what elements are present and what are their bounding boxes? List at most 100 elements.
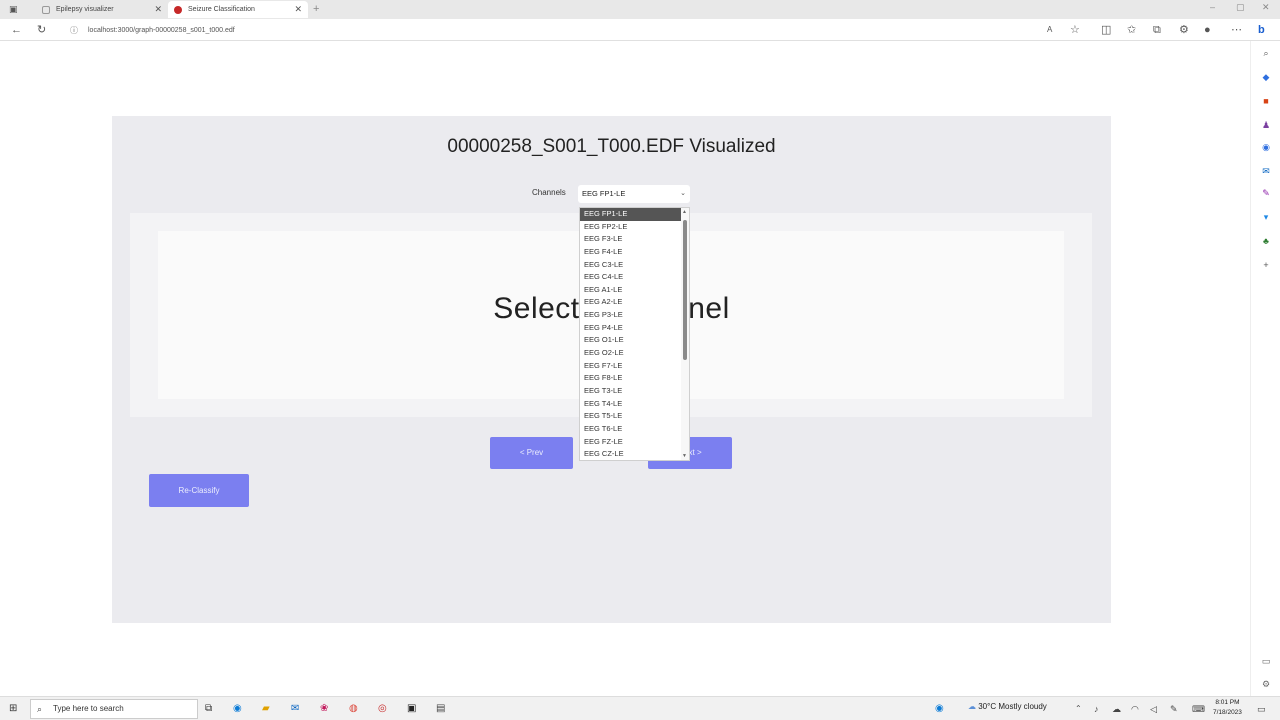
tray-overflow-icon[interactable]: ⌃ <box>1075 702 1082 716</box>
dropdown-option[interactable]: EEG FZ-LE <box>580 436 682 449</box>
reclassify-button[interactable]: Re-Classify <box>149 474 249 507</box>
taskbar-search[interactable]: ⌕ Type here to search <box>30 699 198 719</box>
pen-icon[interactable]: ✎ <box>1170 702 1178 716</box>
taskbar-search-placeholder: Type here to search <box>53 704 124 713</box>
maximize-icon[interactable]: ▢ <box>1236 2 1245 13</box>
site-info-icon[interactable]: ⓘ <box>70 25 78 36</box>
dropdown-option[interactable]: EEG T5-LE <box>580 410 682 423</box>
microsoft-365-icon[interactable]: ◉ <box>1260 141 1272 153</box>
designer-icon[interactable]: ✎ <box>1260 187 1272 199</box>
search-icon[interactable]: ⌕ <box>1260 47 1272 59</box>
tab-actions-icon[interactable]: ▣ <box>9 2 18 16</box>
windows-start-icon[interactable]: ⊞ <box>9 702 17 716</box>
network-icon[interactable]: ◠ <box>1131 702 1139 716</box>
dropdown-option[interactable]: EEG F3-LE <box>580 233 682 246</box>
browser-tab-strip: ▣ Epilepsy visualizer ✕ Seizure Classifi… <box>0 0 1280 19</box>
terminal-icon[interactable]: ▤ <box>436 702 445 716</box>
extensions-icon[interactable]: ⚙ <box>1179 23 1189 37</box>
favorite-star-icon[interactable]: ☆ <box>1070 23 1080 37</box>
tools-briefcase-icon[interactable]: ■ <box>1260 95 1272 107</box>
cloud-icon: ☁ <box>968 702 976 711</box>
bing-copilot-icon[interactable]: b <box>1258 23 1265 37</box>
edge-sidebar: ⌕ ◆ ■ ♟ ◉ ✉ ✎ ▾ ♣ + ▭ ⚙ <box>1250 41 1280 696</box>
minimize-icon[interactable]: – <box>1210 2 1215 12</box>
page-favicon-icon <box>42 5 50 14</box>
outlook-icon[interactable]: ✉ <box>1260 165 1272 177</box>
scroll-up-icon[interactable]: ▲ <box>682 209 687 215</box>
dropdown-option[interactable]: EEG FP2-LE <box>580 221 682 234</box>
hide-sidebar-icon[interactable]: ▭ <box>1260 655 1272 667</box>
dropdown-option[interactable]: EEG C4-LE <box>580 271 682 284</box>
favorites-icon[interactable]: ✩ <box>1127 23 1136 37</box>
dropdown-option[interactable]: EEG P3-LE <box>580 309 682 322</box>
address-bar[interactable]: ⓘ localhost:3000/graph-00000258_s001_t00… <box>70 23 235 37</box>
mail-icon[interactable]: ✉ <box>291 702 299 716</box>
more-menu-icon[interactable]: ⋯ <box>1231 23 1242 37</box>
raspberry-icon[interactable]: ❀ <box>320 702 328 716</box>
keyboard-icon[interactable]: ⌨ <box>1192 702 1205 716</box>
dropdown-option[interactable]: EEG T3-LE <box>580 385 682 398</box>
weather-text: 30°C Mostly cloudy <box>978 702 1047 711</box>
weather-widget[interactable]: ☁ 30°C Mostly cloudy <box>968 702 1047 711</box>
new-tab-button[interactable]: + <box>313 2 319 16</box>
clock-date: 7/18/2023 <box>1213 709 1242 716</box>
tab-seizure-classification[interactable]: Seizure Classification ✕ <box>168 1 308 18</box>
dropdown-option[interactable]: EEG F8-LE <box>580 372 682 385</box>
scroll-down-icon[interactable]: ▼ <box>682 453 687 459</box>
task-view-icon[interactable]: ⧉ <box>205 702 212 716</box>
dropdown-scrollbar[interactable]: ▲ ▼ <box>681 208 689 460</box>
drop-icon[interactable]: ▾ <box>1260 211 1272 223</box>
read-aloud-icon[interactable]: A <box>1047 23 1052 37</box>
system-clock[interactable]: 8:01 PM 7/18/2023 <box>1213 698 1242 718</box>
dropdown-option[interactable]: EEG CZ-LE <box>580 448 682 460</box>
prev-button[interactable]: < Prev <box>490 437 573 469</box>
microphone-icon[interactable]: ♪ <box>1094 702 1099 716</box>
scrollbar-thumb[interactable] <box>683 220 687 360</box>
back-icon[interactable]: ← <box>11 23 22 37</box>
dropdown-option[interactable]: EEG A2-LE <box>580 296 682 309</box>
chrome-icon[interactable]: ◍ <box>349 702 358 716</box>
dropdown-option[interactable]: EEG O1-LE <box>580 334 682 347</box>
collections-icon[interactable]: ⧉ <box>1153 23 1161 37</box>
terminal-icon[interactable]: ▣ <box>407 702 416 716</box>
dropdown-option[interactable]: EEG F4-LE <box>580 246 682 259</box>
edge-taskbar-icon[interactable]: ◉ <box>233 702 242 716</box>
page-title: 00000258_S001_T000.EDF Visualized <box>447 136 776 157</box>
channel-select[interactable]: EEG FP1-LE ⌄ <box>578 185 690 203</box>
dropdown-option[interactable]: EEG C3-LE <box>580 259 682 272</box>
channel-dropdown-list[interactable]: EEG FP1-LE EEG FP2-LE EEG F3-LE EEG F4-LE EE… <box>579 207 690 461</box>
edge-tray-icon[interactable]: ◉ <box>935 702 944 716</box>
split-screen-icon[interactable]: ◫ <box>1101 23 1111 37</box>
clock-time: 8:01 PM <box>1215 699 1240 706</box>
shopping-tag-icon[interactable]: ◆ <box>1260 71 1272 83</box>
dropdown-option[interactable]: EEG T6-LE <box>580 423 682 436</box>
search-icon: ⌕ <box>37 704 43 714</box>
tab-epilepsy-visualizer[interactable]: Epilepsy visualizer ✕ <box>36 1 168 18</box>
app-icon[interactable]: ◎ <box>378 702 387 716</box>
notifications-icon[interactable]: ▭ <box>1257 702 1266 716</box>
onedrive-icon[interactable]: ☁ <box>1112 702 1121 716</box>
dropdown-option[interactable]: EEG P4-LE <box>580 322 682 335</box>
close-tab-icon[interactable]: ✕ <box>294 4 302 15</box>
profile-avatar[interactable]: ● <box>1204 23 1211 37</box>
volume-icon[interactable]: ◁ <box>1150 702 1157 716</box>
tab-title: Epilepsy visualizer <box>56 6 114 13</box>
tab-title: Seizure Classification <box>188 6 255 13</box>
dropdown-option[interactable]: EEG O2-LE <box>580 347 682 360</box>
close-window-icon[interactable]: ✕ <box>1262 2 1270 13</box>
dropdown-option[interactable]: EEG F7-LE <box>580 360 682 373</box>
react-favicon-icon <box>174 5 182 14</box>
sidebar-settings-icon[interactable]: ⚙ <box>1260 678 1272 690</box>
dropdown-option[interactable]: EEG A1-LE <box>580 284 682 297</box>
close-tab-icon[interactable]: ✕ <box>154 4 162 15</box>
dropdown-option[interactable]: EEG T4-LE <box>580 398 682 411</box>
games-icon[interactable]: ♟ <box>1260 119 1272 131</box>
chevron-down-icon: ⌄ <box>680 190 686 197</box>
file-explorer-icon[interactable]: ▰ <box>262 702 270 716</box>
dropdown-option[interactable]: EEG FP1-LE <box>580 208 682 221</box>
tree-icon[interactable]: ♣ <box>1260 235 1272 247</box>
windows-taskbar: ⊞ ⌕ Type here to search ⧉ ◉ ▰ ✉ ❀ ◍ ◎ ▣ … <box>0 696 1280 720</box>
add-sidebar-app-icon[interactable]: + <box>1260 259 1272 271</box>
refresh-icon[interactable]: ↻ <box>37 23 46 37</box>
channels-label: Channels <box>532 188 566 197</box>
